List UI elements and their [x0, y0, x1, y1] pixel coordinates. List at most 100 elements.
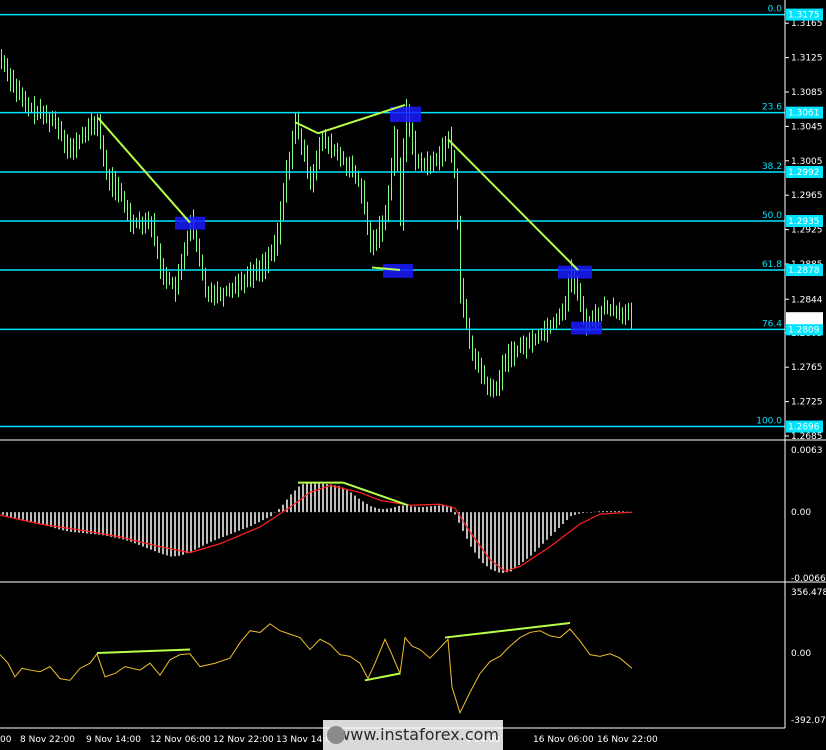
histogram-bar: [234, 512, 236, 533]
histogram-bar: [190, 512, 192, 552]
histogram-bar: [222, 512, 224, 538]
y-tick-label: -392.072: [791, 716, 826, 726]
histogram-bar: [122, 512, 124, 540]
highlight-box: [571, 321, 602, 335]
x-tick-label: 8 Nov 22:00: [20, 735, 75, 745]
histogram-bar: [470, 512, 472, 547]
histogram-bar: [258, 512, 260, 523]
histogram-bar: [578, 512, 580, 514]
histogram-bar: [102, 512, 104, 536]
histogram-bar: [426, 506, 428, 513]
histogram-bar: [454, 512, 456, 515]
histogram-bar: [254, 512, 256, 525]
histogram-bar: [438, 505, 440, 513]
histogram-bar: [126, 512, 128, 541]
histogram-bar: [498, 512, 500, 573]
histogram-bar: [166, 512, 168, 556]
histogram-bar: [502, 512, 504, 573]
chart-canvas: 1.3165 1.3125 1.3085 1.3045 1.3005 1.2965 1.29…: [0, 0, 826, 750]
histogram-bar: [290, 494, 292, 513]
histogram-bar: [418, 507, 420, 513]
histogram-bar: [42, 512, 44, 525]
histogram-bar: [622, 511, 624, 513]
histogram-bar: [262, 512, 264, 521]
histogram-bar: [146, 512, 148, 549]
histogram-bar: [574, 512, 576, 515]
histogram-bar: [522, 512, 524, 562]
highlight-box: [175, 216, 205, 230]
histogram-bar: [358, 498, 360, 513]
histogram-bar: [218, 512, 220, 539]
histogram-bar: [402, 505, 404, 513]
y-tick-label: 1.3165: [791, 19, 823, 29]
fib-level-label: 0.0: [768, 5, 783, 15]
histogram-bar: [346, 490, 348, 513]
histogram-bar: [614, 511, 616, 513]
histogram-bar: [534, 512, 536, 552]
y-tick-label: 1.2844: [791, 295, 823, 305]
histogram-bar: [610, 511, 612, 513]
fib-level-label: 76.4: [762, 319, 782, 329]
fib-price-label: 1.3175: [788, 11, 820, 21]
histogram-bar: [10, 512, 12, 518]
histogram-bar: [366, 503, 368, 513]
histogram-bar: [138, 512, 140, 545]
histogram-bar: [114, 512, 116, 538]
histogram-bar: [406, 505, 408, 513]
histogram-bar: [546, 512, 548, 540]
y-tick-label: 0.0063: [791, 446, 823, 456]
histogram-bar: [118, 512, 120, 539]
histogram-bar: [494, 512, 496, 571]
x-tick-label: 12 Nov 06:00: [150, 735, 211, 745]
histogram-bar: [602, 511, 604, 513]
histogram-bar: [350, 492, 352, 513]
histogram-bar: [2, 512, 4, 515]
histogram-bar: [354, 495, 356, 513]
histogram-bar: [538, 512, 540, 548]
histogram-bar: [482, 512, 484, 564]
histogram-bar: [526, 512, 528, 559]
y-tick-label: 1.3005: [791, 157, 823, 167]
histogram-bar: [330, 484, 332, 513]
histogram-bar: [110, 512, 112, 537]
histogram-bar: [46, 512, 48, 526]
histogram-bar: [170, 512, 172, 557]
histogram-bar: [590, 512, 592, 513]
y-tick-label: 0.00: [791, 649, 811, 659]
histogram-bar: [278, 509, 280, 513]
histogram-bar: [338, 486, 340, 513]
histogram-bar: [98, 512, 100, 535]
y-tick-label: 1.3085: [791, 88, 823, 98]
y-tick-label: 1.2725: [791, 398, 823, 408]
histogram-bar: [182, 512, 184, 555]
instaforex-logo-icon: [327, 726, 345, 744]
histogram-bar: [570, 512, 572, 517]
histogram-bar: [618, 511, 620, 513]
histogram-bar: [342, 487, 344, 513]
histogram-bar: [106, 512, 108, 537]
histogram-bar: [214, 512, 216, 541]
histogram-bar: [134, 512, 136, 544]
histogram-bar: [518, 512, 520, 566]
histogram-bar: [478, 512, 480, 559]
histogram-bar: [506, 512, 508, 573]
histogram-bar: [266, 512, 268, 519]
histogram-bar: [186, 512, 188, 554]
histogram-bar: [202, 512, 204, 546]
histogram-bar: [442, 505, 444, 513]
histogram-bar: [94, 512, 96, 535]
histogram-bar: [226, 512, 228, 536]
fib-level-label: 100.0: [756, 417, 782, 427]
fib-level-label: 50.0: [762, 211, 782, 221]
fib-price-label: 1.2696: [788, 423, 820, 433]
histogram-bar: [510, 512, 512, 572]
histogram-bar: [314, 482, 316, 513]
histogram-bar: [514, 512, 516, 569]
histogram-bar: [474, 512, 476, 553]
histogram-bar: [382, 509, 384, 513]
histogram-bar: [34, 512, 36, 523]
y-tick-label: 1.3125: [791, 54, 823, 64]
histogram-bar: [378, 508, 380, 513]
fib-level-label: 23.6: [762, 103, 782, 113]
y-tick-label: 0.00: [791, 508, 811, 518]
